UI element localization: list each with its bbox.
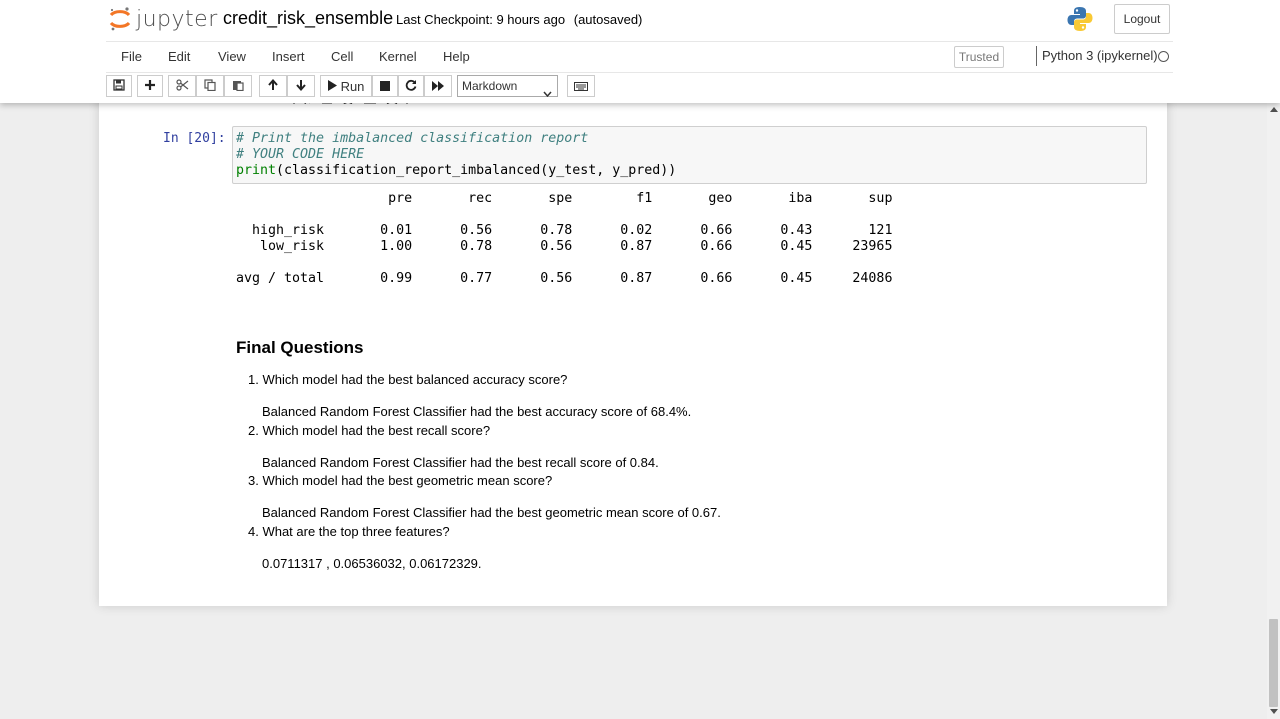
copy-icon <box>204 78 216 94</box>
menu-cell[interactable]: Cell <box>331 49 353 64</box>
paste-icon <box>232 79 244 94</box>
paste-button[interactable] <box>224 75 252 97</box>
menu-kernel[interactable]: Kernel <box>379 49 417 64</box>
report-row-avg-total: avg / total 0.99 0.77 0.56 0.87 0.66 0.4… <box>236 271 893 286</box>
insert-cell-button[interactable] <box>137 75 163 97</box>
logout-button[interactable]: Logout <box>1114 4 1170 34</box>
scroll-up-arrow-icon[interactable] <box>1270 107 1278 112</box>
chevron-down-icon <box>543 83 552 103</box>
save-icon <box>113 78 125 94</box>
code-line-2: # YOUR CODE HERE <box>236 147 365 162</box>
cut-button[interactable] <box>168 75 196 97</box>
menu-view[interactable]: View <box>218 49 246 64</box>
command-palette-button[interactable] <box>567 75 595 97</box>
answer-2: Balanced Random Forest Classifier had th… <box>262 455 659 470</box>
cell-prompt: In [20]: <box>163 131 226 146</box>
code-line-1: # Print the imbalanced classification re… <box>236 131 589 146</box>
header: jupyter credit_risk_ensemble Last Checkp… <box>0 0 1280 103</box>
menu-bar: File Edit View Insert Cell Kernel Help T… <box>106 41 1173 73</box>
stop-icon <box>380 79 390 94</box>
python-logo-icon <box>1066 5 1094 33</box>
checkpoint-text: Last Checkpoint: 9 hours ago <box>396 12 566 27</box>
menu-insert[interactable]: Insert <box>272 49 305 64</box>
final-questions-heading: Final Questions <box>236 338 364 357</box>
report-row-low-risk: low_risk 1.00 0.78 0.56 0.87 0.66 0.45 2… <box>236 239 893 254</box>
report-header-row: pre rec spe f1 geo iba sup <box>236 191 893 206</box>
question-4: 4. What are the top three features? <box>248 524 450 539</box>
run-label: Run <box>340 78 365 94</box>
menu-edit[interactable]: Edit <box>168 49 190 64</box>
run-button[interactable]: Run <box>320 75 372 97</box>
top-bar: jupyter credit_risk_ensemble Last Checkp… <box>0 0 1280 41</box>
move-down-button[interactable] <box>287 75 315 97</box>
question-2: 2. Which model had the best recall score… <box>248 423 491 438</box>
question-3: 3. Which model had the best geometric me… <box>248 473 553 488</box>
code-cell-input[interactable]: # Print the imbalanced classification re… <box>232 126 1147 184</box>
trusted-indicator[interactable]: Trusted <box>954 46 1004 68</box>
answer-1: Balanced Random Forest Classifier had th… <box>262 404 692 419</box>
restart-run-all-button[interactable] <box>424 75 452 97</box>
menu-help[interactable]: Help <box>443 49 470 64</box>
logo-text: jupyter <box>136 6 218 32</box>
keyboard-icon <box>574 79 588 94</box>
kernel-name[interactable]: Python 3 (ipykernel) <box>1036 46 1158 66</box>
fast-forward-icon <box>431 79 445 94</box>
autosave-text: (autosaved) <box>573 12 643 27</box>
restart-icon <box>405 79 417 94</box>
cell-type-value: Markdown <box>462 79 518 93</box>
code-line-3: print(classification_report_imbalanced(y… <box>236 163 676 179</box>
notebook-name[interactable]: credit_risk_ensemble <box>223 8 393 29</box>
kernel-idle-icon <box>1158 51 1169 62</box>
checkpoint-status: Last Checkpoint: 9 hours ago (autosaved) <box>396 12 642 27</box>
toolbar: Run Markdown <box>106 75 1173 101</box>
jupyter-logo[interactable]: jupyter <box>109 5 218 33</box>
save-button[interactable] <box>106 75 132 97</box>
move-up-button[interactable] <box>259 75 287 97</box>
restart-button[interactable] <box>398 75 424 97</box>
copy-button[interactable] <box>196 75 224 97</box>
arrow-up-icon <box>267 78 279 94</box>
interrupt-button[interactable] <box>372 75 398 97</box>
question-1: 1. Which model had the best balanced acc… <box>248 372 568 387</box>
scissors-icon <box>175 78 189 94</box>
cell-type-select[interactable]: Markdown <box>457 75 558 98</box>
answer-3: Balanced Random Forest Classifier had th… <box>262 505 721 520</box>
print-keyword: print <box>236 163 277 178</box>
plus-icon <box>144 79 156 94</box>
scroll-thumb[interactable] <box>1269 619 1278 707</box>
menu-file[interactable]: File <box>121 49 142 64</box>
report-row-high-risk: high_risk 0.01 0.56 0.78 0.02 0.66 0.43 … <box>236 223 893 238</box>
scroll-down-arrow-icon[interactable] <box>1270 709 1278 714</box>
code-line-3-rest: (classification_report_imbalanced(y_test… <box>276 163 677 178</box>
answer-4: 0.0711317 , 0.06536032, 0.06172329. <box>262 556 482 571</box>
jupyter-mark-icon <box>109 6 131 32</box>
page-scrollbar[interactable] <box>1267 103 1280 719</box>
play-icon <box>327 79 337 94</box>
arrow-down-icon <box>295 79 307 94</box>
